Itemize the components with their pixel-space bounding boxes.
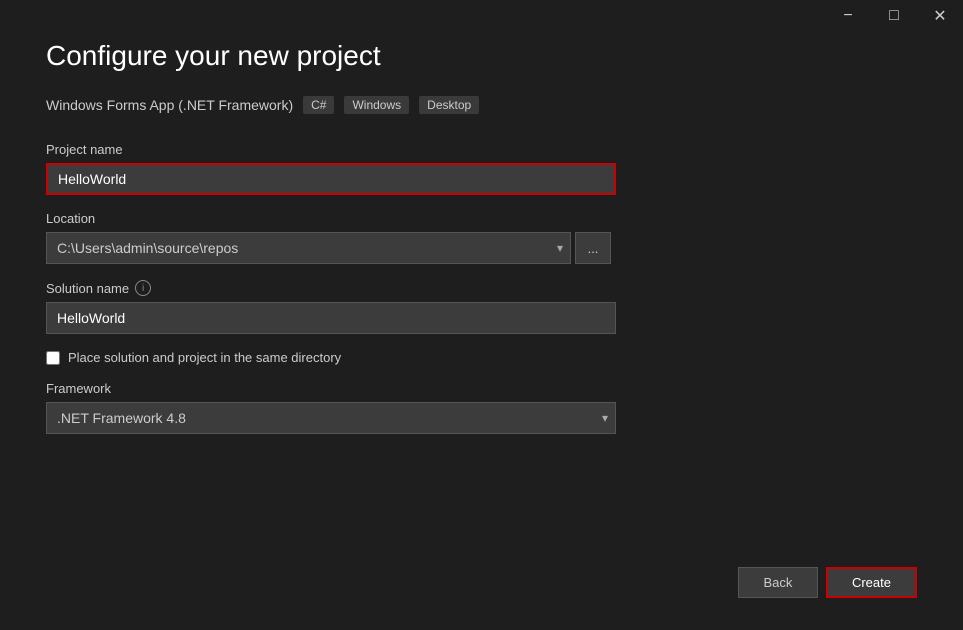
solution-name-input[interactable] bbox=[46, 302, 616, 334]
location-label: Location bbox=[46, 211, 917, 226]
tag-desktop: Desktop bbox=[419, 96, 479, 114]
location-section: Location C:\Users\admin\source\repos ... bbox=[46, 211, 917, 264]
back-button[interactable]: Back bbox=[738, 567, 818, 598]
same-directory-label[interactable]: Place solution and project in the same d… bbox=[68, 350, 341, 365]
project-name-input[interactable] bbox=[46, 163, 616, 195]
bottom-buttons: Back Create bbox=[738, 567, 917, 598]
browse-button[interactable]: ... bbox=[575, 232, 611, 264]
project-name-section: Project name bbox=[46, 142, 917, 195]
same-directory-checkbox[interactable] bbox=[46, 351, 60, 365]
solution-name-section: Solution name i bbox=[46, 280, 917, 334]
minimize-button[interactable]: − bbox=[825, 0, 871, 32]
subtitle-row: Windows Forms App (.NET Framework) C# Wi… bbox=[46, 96, 917, 114]
tag-csharp: C# bbox=[303, 96, 334, 114]
framework-select[interactable]: .NET Framework 4.8 .NET Framework 4.7.2 … bbox=[46, 402, 616, 434]
main-content: Configure your new project Windows Forms… bbox=[0, 0, 963, 630]
framework-section: Framework .NET Framework 4.8 .NET Framew… bbox=[46, 381, 917, 434]
solution-name-info-icon[interactable]: i bbox=[135, 280, 151, 296]
location-select[interactable]: C:\Users\admin\source\repos bbox=[46, 232, 571, 264]
same-directory-row: Place solution and project in the same d… bbox=[46, 350, 917, 365]
create-button[interactable]: Create bbox=[826, 567, 917, 598]
title-bar: − □ ✕ bbox=[825, 0, 963, 32]
maximize-button[interactable]: □ bbox=[871, 0, 917, 32]
solution-name-label: Solution name i bbox=[46, 280, 917, 296]
page-title: Configure your new project bbox=[46, 40, 917, 72]
tag-windows: Windows bbox=[344, 96, 409, 114]
framework-label: Framework bbox=[46, 381, 917, 396]
location-select-wrapper: C:\Users\admin\source\repos bbox=[46, 232, 571, 264]
close-button[interactable]: ✕ bbox=[917, 0, 963, 32]
subtitle-text: Windows Forms App (.NET Framework) bbox=[46, 97, 293, 113]
framework-select-wrapper: .NET Framework 4.8 .NET Framework 4.7.2 … bbox=[46, 402, 616, 434]
location-row: C:\Users\admin\source\repos ... bbox=[46, 232, 917, 264]
project-name-label: Project name bbox=[46, 142, 917, 157]
